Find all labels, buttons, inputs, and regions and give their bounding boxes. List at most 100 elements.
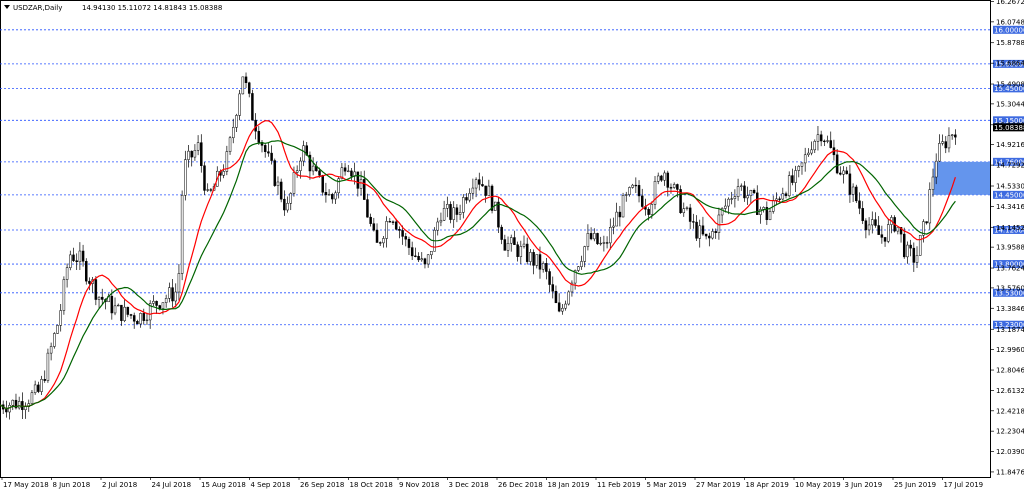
candle-body (749, 189, 753, 196)
x-tick-label: 26 Sep 2018 (300, 481, 344, 489)
candle-body (541, 263, 545, 270)
candle-body (743, 185, 746, 199)
x-tick-label: 26 Dec 2018 (498, 481, 543, 489)
candle-body (887, 224, 890, 242)
candle-body (81, 250, 85, 262)
candle-body (85, 261, 88, 282)
y-tick-label: 12.03900 (996, 448, 1024, 456)
candle-body (727, 198, 730, 207)
candle-body (656, 175, 660, 182)
candle-body (791, 175, 794, 183)
candle-body (861, 208, 864, 221)
candle-body (909, 244, 912, 249)
y-tick-label: 14.14520 (996, 224, 1024, 232)
candle-body (564, 303, 567, 309)
candle-body (839, 172, 842, 175)
candle-body (417, 255, 420, 261)
candle-body (950, 134, 954, 137)
candle-body (612, 225, 615, 228)
candle-body (637, 185, 641, 197)
candle-body (468, 193, 471, 201)
candle-body (75, 260, 78, 263)
candle-body (695, 221, 698, 239)
candle-body (369, 216, 372, 224)
candle-body (938, 143, 941, 162)
candle-body (267, 151, 270, 154)
candle-body (794, 170, 797, 183)
supply-demand-zone[interactable] (933, 161, 990, 195)
y-tick-label: 15.30440 (996, 100, 1024, 108)
candle-body (596, 233, 599, 245)
candle-body (954, 134, 957, 138)
x-tick-label: 3 Jun 2019 (845, 481, 883, 489)
price-chart[interactable]: 16.0000015.6800015.4500015.1500014.76000… (0, 0, 1024, 493)
candle-body (292, 172, 296, 194)
candle-body (321, 175, 324, 193)
candle-body (331, 194, 334, 200)
candle-body (446, 204, 449, 209)
candle-body (129, 314, 133, 316)
candle-body (947, 135, 951, 149)
x-tick-label: 24 Jul 2018 (152, 481, 192, 489)
candle-body (17, 401, 21, 409)
candle-body (257, 130, 261, 143)
chart-header: USDZAR,Daily 14.94130 15.11072 14.81843 … (4, 4, 222, 12)
candle-body (177, 273, 181, 293)
candle-body (136, 321, 139, 325)
candle-body (698, 225, 701, 239)
candle-body (647, 209, 650, 215)
candle-body (88, 280, 91, 284)
x-tick-label: 5 Mar 2019 (647, 481, 687, 489)
candle-body (819, 134, 823, 142)
y-tick-label: 12.80460 (996, 367, 1024, 375)
x-tick-label: 3 Dec 2018 (449, 481, 489, 489)
candle-body (535, 254, 539, 266)
candle-body (602, 242, 606, 244)
y-tick-label: 11.84760 (996, 468, 1024, 476)
candle-body (120, 304, 123, 321)
candle-body (918, 235, 922, 256)
candle-body (787, 175, 791, 197)
candle-body (618, 211, 622, 218)
candle-body (238, 93, 241, 116)
candle-body (113, 305, 117, 314)
candle-body (685, 207, 689, 209)
candle-body (509, 237, 513, 244)
candle-body (97, 296, 101, 300)
candle-body (286, 203, 289, 211)
y-tick-label: 12.23040 (996, 428, 1024, 436)
candle-body (733, 196, 737, 199)
candle-body (752, 189, 756, 194)
ohlc-values: 14.94130 15.11072 14.81843 15.08388 (82, 4, 222, 12)
y-tick-label: 16.07480 (996, 18, 1024, 26)
candle-body (414, 255, 417, 257)
candle-body (382, 238, 385, 244)
candle-body (394, 221, 398, 230)
candle-body (506, 242, 510, 251)
candle-body (116, 304, 120, 307)
candle-body (902, 233, 906, 258)
candle-body (711, 231, 714, 239)
candle-body (912, 247, 916, 263)
candle-body (663, 172, 666, 181)
candle-body (593, 233, 596, 240)
candle-body (439, 219, 443, 223)
candle-body (168, 287, 171, 299)
x-tick-label: 18 Apr 2019 (746, 481, 789, 489)
candle-body (359, 179, 363, 189)
x-tick-label: 10 May 2019 (795, 481, 841, 489)
candle-body (545, 263, 548, 272)
candle-body (180, 194, 184, 274)
candle-body (171, 287, 174, 302)
candle-body (350, 170, 353, 177)
candle-body (845, 170, 848, 175)
candle-body (532, 252, 535, 266)
candle-body (161, 302, 165, 309)
candle-body (855, 186, 858, 202)
y-tick-label: 16.26720 (996, 0, 1024, 6)
candle-body (631, 184, 634, 188)
candle-body (279, 181, 283, 200)
candle-body (928, 189, 932, 224)
candle-body (551, 284, 555, 292)
candle-body (65, 267, 69, 280)
